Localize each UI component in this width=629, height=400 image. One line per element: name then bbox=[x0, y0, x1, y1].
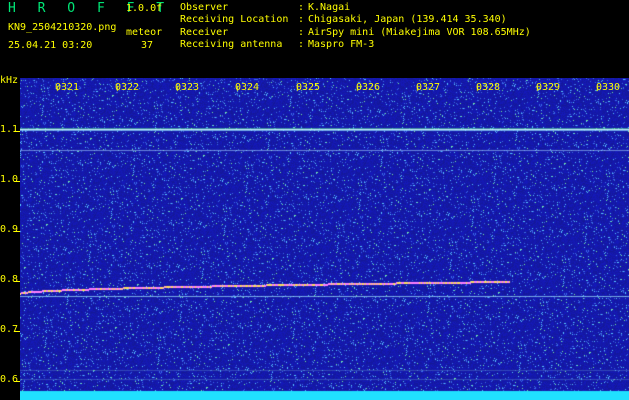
y-tick-label: 0.8 bbox=[0, 274, 20, 285]
y-tick-label: 1.1 bbox=[0, 124, 20, 135]
x-tick-label: 0322 bbox=[115, 82, 140, 93]
y-tick-label: 1.0 bbox=[0, 174, 20, 185]
info-row-observer: Observer: K.Nagai bbox=[180, 2, 351, 13]
header-panel: H R O F F T 1.0.0f KN9_2504210320.png me… bbox=[0, 0, 629, 74]
x-tick-label: 0327 bbox=[416, 82, 441, 93]
x-tick-label: 0326 bbox=[356, 82, 381, 93]
x-tick-label: 0321 bbox=[55, 82, 80, 93]
y-tick-label: 0.9 bbox=[0, 224, 20, 235]
mode-label: meteor bbox=[126, 27, 163, 38]
x-tick-label: 0323 bbox=[175, 82, 200, 93]
x-tick-label: 0329 bbox=[536, 82, 561, 93]
x-tick-label: 0324 bbox=[235, 82, 260, 93]
x-tick-label: 0330 bbox=[596, 82, 621, 93]
x-tick-label: 0328 bbox=[476, 82, 501, 93]
count-label: 37 bbox=[141, 40, 154, 51]
y-tick-label: 0.6 bbox=[0, 374, 20, 385]
info-row-antenna: Receiving antenna: Maspro FM-3 bbox=[180, 38, 375, 50]
y-tick-label: 0.7 bbox=[0, 324, 20, 335]
info-block: Observer: K.Nagai Receiving Location: Chig… bbox=[180, 2, 531, 51]
info-row-location: Receiving Location: Chigasaki, Japan (139… bbox=[180, 14, 507, 26]
x-tick-label: 0325 bbox=[296, 82, 321, 93]
version-label: 1.0.0f bbox=[126, 3, 163, 14]
filename-label: KN9_2504210320.png bbox=[8, 22, 117, 33]
spectrogram-canvas[interactable] bbox=[20, 78, 629, 400]
datetime-label: 25.04.21 03:20 bbox=[8, 40, 93, 51]
unit-label: kHz bbox=[0, 75, 19, 86]
info-row-receiver: Receiver: AirSpy mini (Miakejima VOR 108.… bbox=[180, 26, 531, 38]
